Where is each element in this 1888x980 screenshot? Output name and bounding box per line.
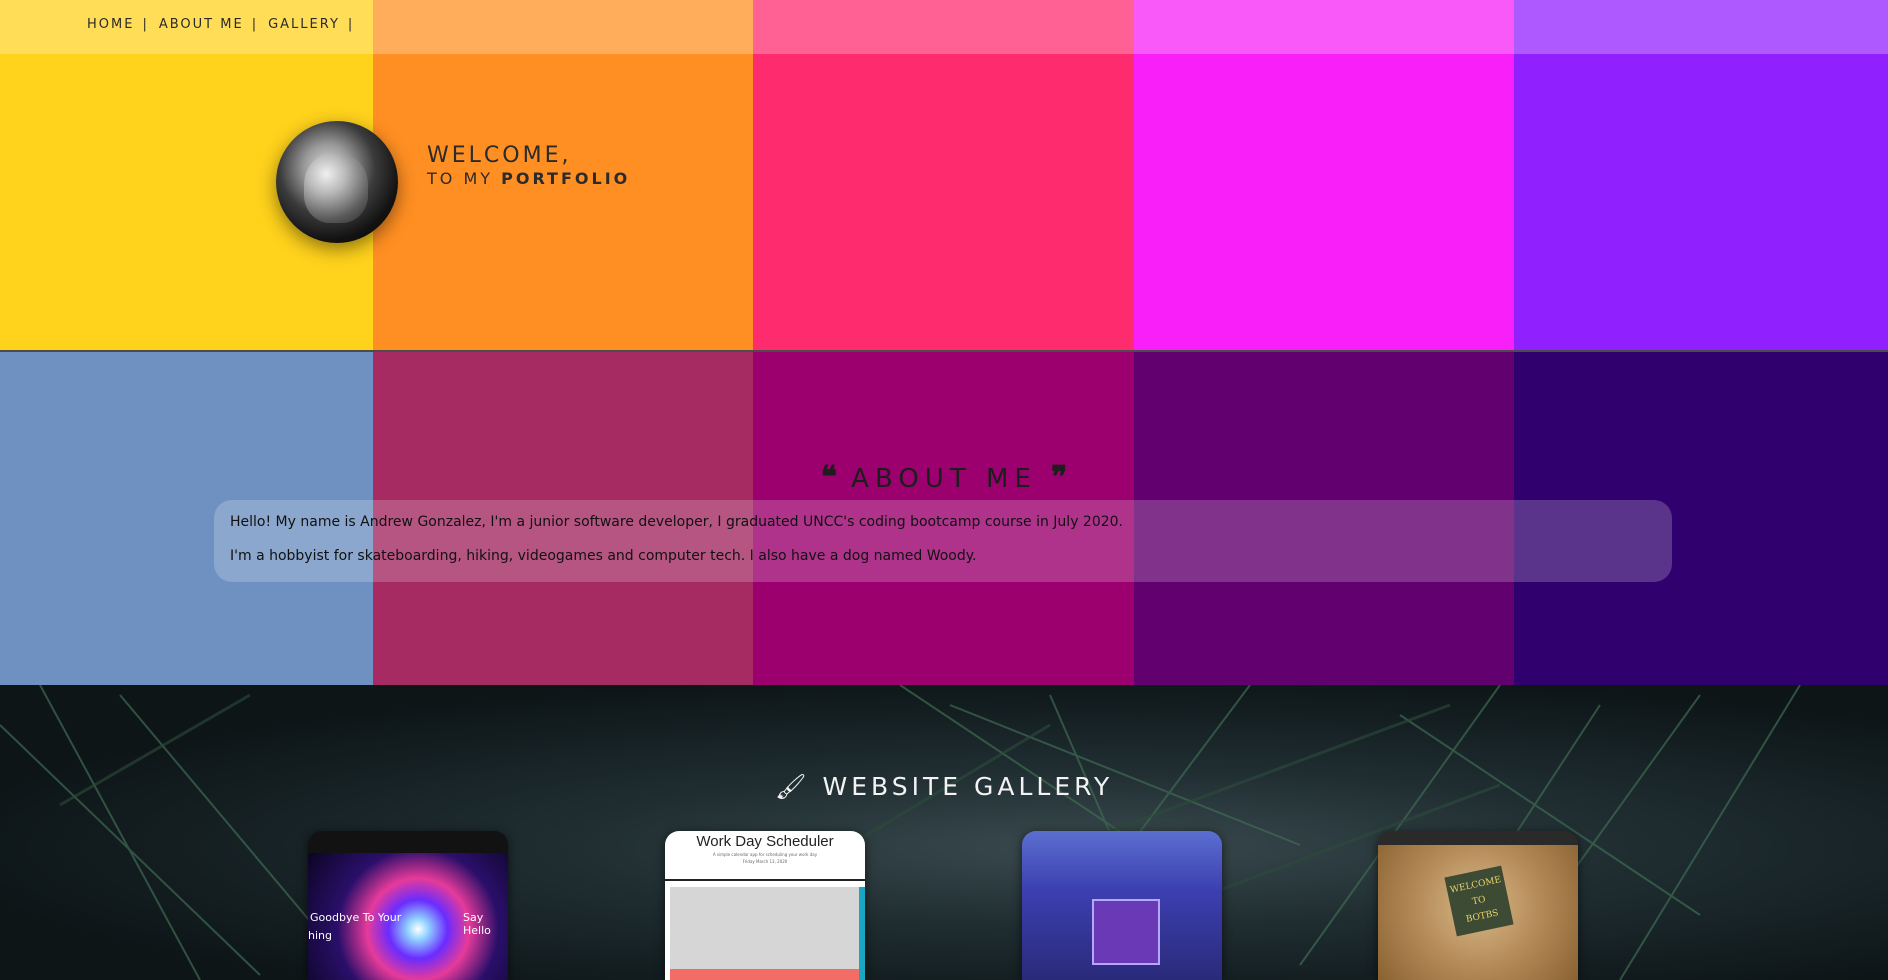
welcome-sign: WELCOME TO BOTBS [1444,865,1514,937]
save-button-column [859,887,865,980]
gallery-card-2[interactable]: Work Day Scheduler A simple calendar app… [665,831,865,980]
nav-home[interactable]: HOME | [87,17,149,32]
nav-about-me[interactable]: ABOUT ME | [159,17,258,32]
schedule-past-row [670,969,860,980]
gallery-card-3[interactable] [1022,831,1222,980]
nav-gallery[interactable]: GALLERY | [268,17,354,32]
about-title: ❝ ABOUT ME ❞ [820,460,1068,495]
to-my-portfolio: TO MY PORTFOLIO [427,169,631,188]
schedule-rows [670,887,860,980]
right-quote-icon: ❞ [1051,460,1068,495]
gallery-card-1[interactable]: Goodbye To Your hing Say Hello [308,831,508,980]
about-paragraph: Hello! My name is Andrew Gonzalez, I'm a… [230,514,1124,530]
card-date: Friday March 13, 2020 [742,859,788,864]
city-screen [1092,899,1160,965]
about-paragraph: I'm a hobbyist for skateboarding, hiking… [230,548,977,564]
card-navbar [308,831,508,853]
paintbrush-icon: 🖌 [774,772,811,801]
pine-needles-background [0,685,1801,980]
card-title: Work Day Scheduler [696,833,834,850]
avatar [276,121,398,243]
card-subtitle: A simple calendar app for scheduling you… [712,852,818,857]
welcome-text: WELCOME, [427,143,572,168]
gallery-card-4[interactable]: WELCOME TO BOTBS [1378,831,1578,980]
card-divider [665,879,865,881]
main-nav: HOME | ABOUT ME | GALLERY | [87,17,354,32]
welcome-heading: WELCOME, TO MY PORTFOLIO [427,143,630,188]
statue-image [304,153,368,223]
left-quote-icon: ❝ [820,460,837,495]
about-text-box: Hello! My name is Andrew Gonzalez, I'm a… [214,500,1672,582]
gallery-title: 🖌 WEBSITE GALLERY [774,772,1114,801]
gallery-section [0,685,1888,980]
